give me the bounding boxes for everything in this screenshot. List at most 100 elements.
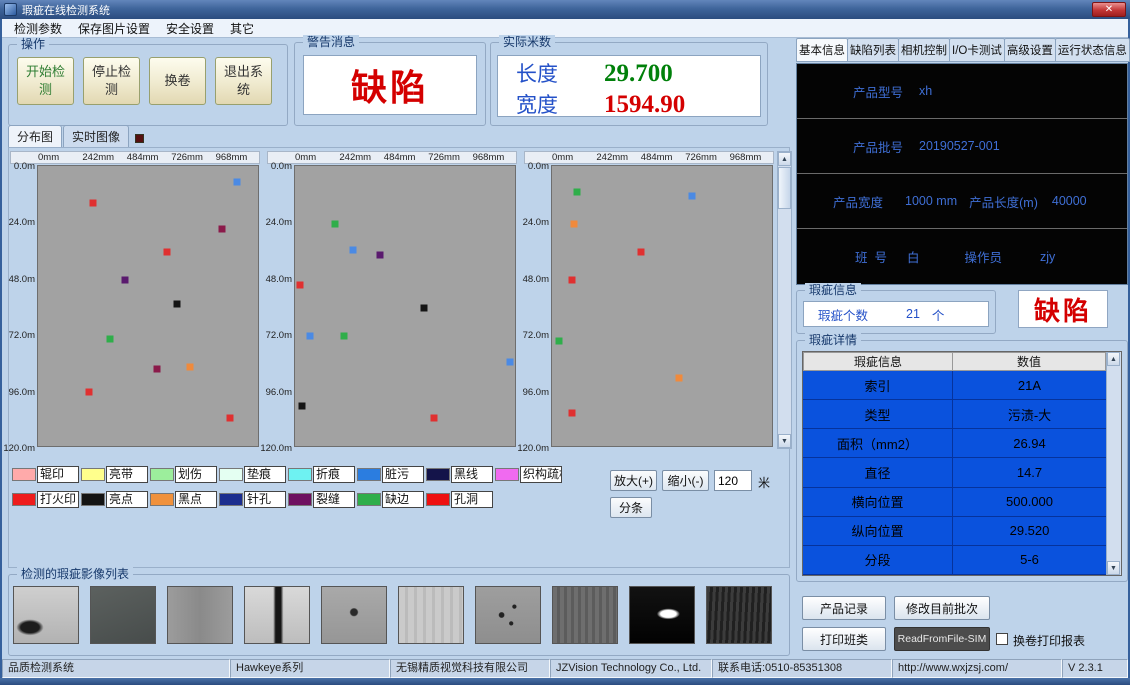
defect-point[interactable] <box>340 333 347 340</box>
defect-point[interactable] <box>377 251 384 258</box>
detail-value: 500.000 <box>953 488 1106 517</box>
defect-point[interactable] <box>568 277 575 284</box>
defect-thumbnail-6[interactable] <box>398 586 464 644</box>
op-button-1[interactable]: 开始检测 <box>17 57 74 105</box>
defect-point[interactable] <box>153 366 160 373</box>
product-length-value: 40000 <box>1052 194 1087 208</box>
range-input[interactable] <box>714 470 752 491</box>
split-button[interactable]: 分条 <box>610 497 652 518</box>
legend-item: 裂缝 <box>288 491 355 508</box>
defect-thumbnail-10[interactable] <box>706 586 772 644</box>
op-button-2[interactable]: 停止检测 <box>83 57 140 105</box>
defect-point[interactable] <box>297 282 304 289</box>
defect-point[interactable] <box>85 389 92 396</box>
y-tick: 96.0m <box>523 387 549 398</box>
y-tick: 96.0m <box>9 387 35 398</box>
product-record-button[interactable]: 产品记录 <box>802 596 886 620</box>
op-button-4[interactable]: 退出系统 <box>215 57 272 105</box>
modify-batch-button[interactable]: 修改目前批次 <box>894 596 990 620</box>
info-tab-3[interactable]: 相机控制 <box>898 38 950 62</box>
product-model-row: 产品型号 xh <box>797 64 1127 119</box>
defect-point[interactable] <box>187 363 194 370</box>
detail-attribute: 横向位置 <box>803 488 953 517</box>
defect-thumbnail-7[interactable] <box>475 586 541 644</box>
menu-item-1[interactable]: 检测参数 <box>6 19 70 38</box>
info-tab-5[interactable]: 高级设置 <box>1004 38 1056 62</box>
info-tab-4[interactable]: I/O卡测试 <box>949 38 1005 62</box>
detail-col-value: 数值 <box>953 352 1106 371</box>
defect-thumbnail-9[interactable] <box>629 586 695 644</box>
print-report-button[interactable]: 打印班类 <box>802 627 886 651</box>
print-on-roll-change-checkbox[interactable] <box>996 633 1008 645</box>
plot-scrollbar-thumb[interactable] <box>778 167 791 209</box>
defect-point[interactable] <box>638 249 645 256</box>
shift-operator-row: 班 号 白 操作员 zjy <box>797 229 1127 284</box>
defect-point[interactable] <box>420 305 427 312</box>
meters-group-label: 实际米数 <box>499 35 555 49</box>
defect-point[interactable] <box>298 403 305 410</box>
legend-item: 织构疏松 <box>495 466 562 483</box>
zoom-out-button[interactable]: 缩小(-) <box>662 470 709 491</box>
legend-item: 折痕 <box>288 466 355 483</box>
defect-point[interactable] <box>689 193 696 200</box>
defect-point[interactable] <box>568 410 575 417</box>
x-tick: 968mm <box>216 152 248 163</box>
plot-panel-2: 0mm242mm484mm726mm968mm1210mm0.0m24.0m48… <box>267 151 517 451</box>
defect-point[interactable] <box>350 247 357 254</box>
read-from-file-button[interactable]: ReadFromFile-SIM <box>894 627 990 651</box>
menu-item-4[interactable]: 其它 <box>222 19 262 38</box>
defect-point[interactable] <box>430 415 437 422</box>
defect-thumbnail-2[interactable] <box>90 586 156 644</box>
legend-label: 裂缝 <box>313 491 355 508</box>
defect-point[interactable] <box>570 221 577 228</box>
menu-item-3[interactable]: 安全设置 <box>158 19 222 38</box>
defect-point[interactable] <box>676 375 683 382</box>
defect-info-group-label: 瑕疵信息 <box>805 283 861 297</box>
scroll-up-icon[interactable]: ▲ <box>778 152 791 166</box>
legend-label: 亮点 <box>106 491 148 508</box>
menu-bar: 检测参数保存图片设置安全设置其它 <box>2 19 1128 38</box>
product-batch-value: 20190527-001 <box>919 139 1000 153</box>
plot-vertical-scrollbar[interactable]: ▲ ▼ <box>777 151 792 449</box>
operator-value: zjy <box>1040 250 1055 264</box>
defect-thumbnail-4[interactable] <box>244 586 310 644</box>
defect-point[interactable] <box>89 200 96 207</box>
defect-point[interactable] <box>506 359 513 366</box>
defect-point[interactable] <box>227 415 234 422</box>
view-tab-1[interactable]: 分布图 <box>8 125 62 148</box>
legend-color-swatch <box>219 468 243 481</box>
defect-point[interactable] <box>122 277 129 284</box>
detail-scroll-down-icon[interactable]: ▼ <box>1107 561 1120 575</box>
info-tab-1[interactable]: 基本信息 <box>796 38 848 62</box>
defect-point[interactable] <box>107 335 114 342</box>
legend-color-swatch <box>81 468 105 481</box>
defect-point[interactable] <box>163 249 170 256</box>
zoom-in-button[interactable]: 放大(+) <box>610 470 657 491</box>
info-tab-6[interactable]: 运行状态信息 <box>1055 38 1130 62</box>
close-button[interactable]: ✕ <box>1092 2 1126 17</box>
info-tabs: 基本信息缺陷列表相机控制I/O卡测试高级设置运行状态信息 <box>796 42 1129 62</box>
shift-value: 白 <box>907 247 920 266</box>
distribution-plots: 0mm242mm484mm726mm968mm1210mm0.0m24.0m48… <box>10 151 775 451</box>
op-button-3[interactable]: 换卷 <box>149 57 206 105</box>
legend-item: 黑点 <box>150 491 217 508</box>
defect-point[interactable] <box>331 221 338 228</box>
scroll-down-icon[interactable]: ▼ <box>778 434 791 448</box>
defect-point[interactable] <box>173 300 180 307</box>
defect-thumbnail-5[interactable] <box>321 586 387 644</box>
view-tab-2[interactable]: 实时图像 <box>63 125 129 148</box>
detail-scroll-up-icon[interactable]: ▲ <box>1107 352 1120 366</box>
defect-thumbnail-3[interactable] <box>167 586 233 644</box>
defect-point[interactable] <box>219 226 226 233</box>
y-tick: 0.0m <box>271 161 292 172</box>
defect-thumbnail-8[interactable] <box>552 586 618 644</box>
menu-item-2[interactable]: 保存图片设置 <box>70 19 158 38</box>
defect-point[interactable] <box>306 333 313 340</box>
detail-scrollbar[interactable]: ▲ ▼ <box>1106 352 1121 575</box>
info-tab-2[interactable]: 缺陷列表 <box>847 38 899 62</box>
defect-thumbnail-1[interactable] <box>13 586 79 644</box>
defect-point[interactable] <box>556 338 563 345</box>
defect-point[interactable] <box>234 179 241 186</box>
defect-point[interactable] <box>573 188 580 195</box>
legend-item: 垫痕 <box>219 466 286 483</box>
